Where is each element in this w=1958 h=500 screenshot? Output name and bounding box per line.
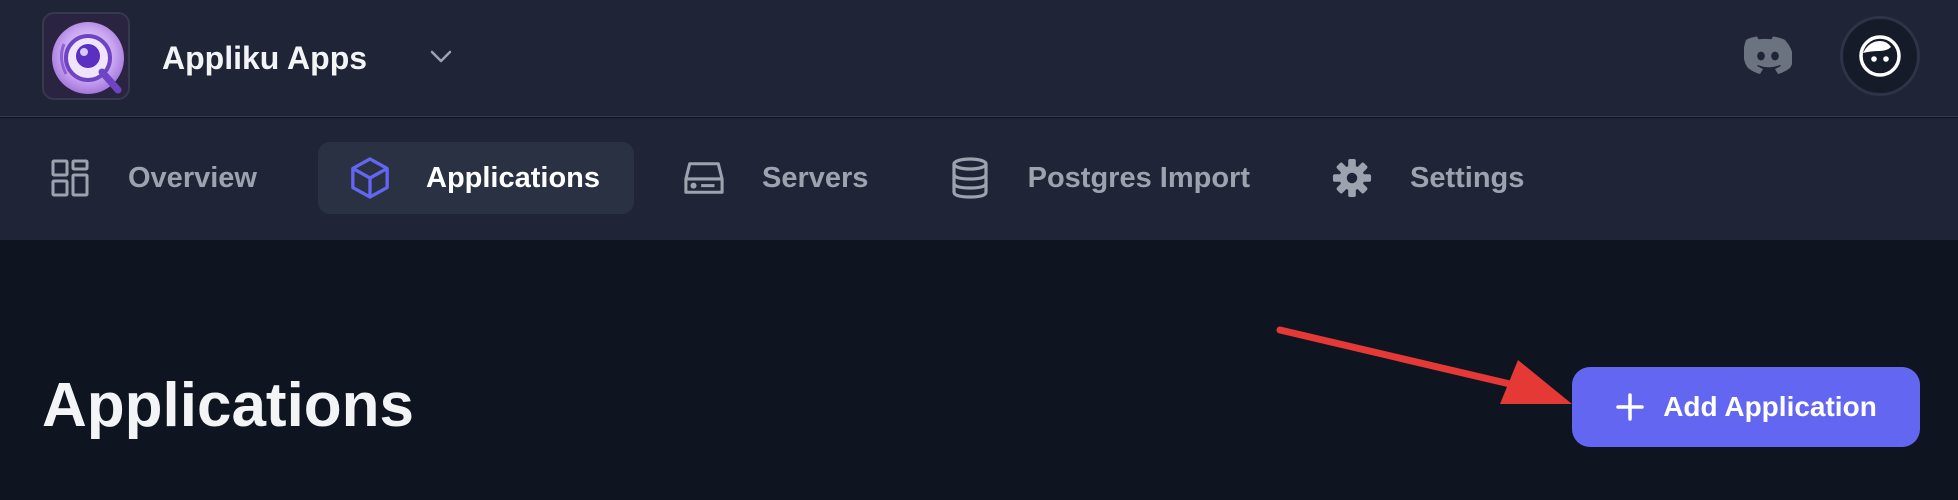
nav-label-postgres-import: Postgres Import	[1027, 161, 1250, 194]
appliku-logo-icon[interactable]	[42, 12, 130, 100]
nav-item-overview[interactable]: Overview	[50, 142, 290, 214]
database-icon	[950, 157, 990, 199]
top-bar: Appliku Apps	[0, 0, 1958, 117]
nav-label-applications: Applications	[426, 161, 601, 194]
gear-icon	[1332, 158, 1372, 198]
team-name[interactable]: Appliku Apps	[162, 36, 367, 80]
cube-icon	[350, 157, 390, 199]
nav-item-applications[interactable]: Applications	[318, 142, 634, 214]
add-application-label: Add Application	[1663, 391, 1877, 422]
nav-label-overview: Overview	[128, 161, 257, 194]
nav-item-settings[interactable]: Settings	[1332, 142, 1572, 214]
nav-label-servers: Servers	[762, 161, 869, 194]
page-title: Applications	[42, 371, 415, 440]
user-avatar-icon[interactable]	[1840, 16, 1920, 96]
add-application-button[interactable]: Add Application	[1572, 367, 1920, 447]
nav-label-settings: Settings	[1410, 161, 1525, 194]
chevron-down-icon[interactable]	[426, 42, 456, 72]
grid-icon	[50, 158, 90, 198]
nav-item-servers[interactable]: Servers	[684, 142, 914, 214]
main-nav: Overview Applications Servers Postgres I…	[0, 118, 1958, 240]
red-arrow-icon	[1276, 326, 1572, 404]
plus-icon	[1615, 392, 1645, 422]
nav-item-postgres-import[interactable]: Postgres Import	[950, 142, 1250, 214]
discord-icon[interactable]	[1743, 35, 1793, 75]
server-icon	[684, 158, 724, 198]
